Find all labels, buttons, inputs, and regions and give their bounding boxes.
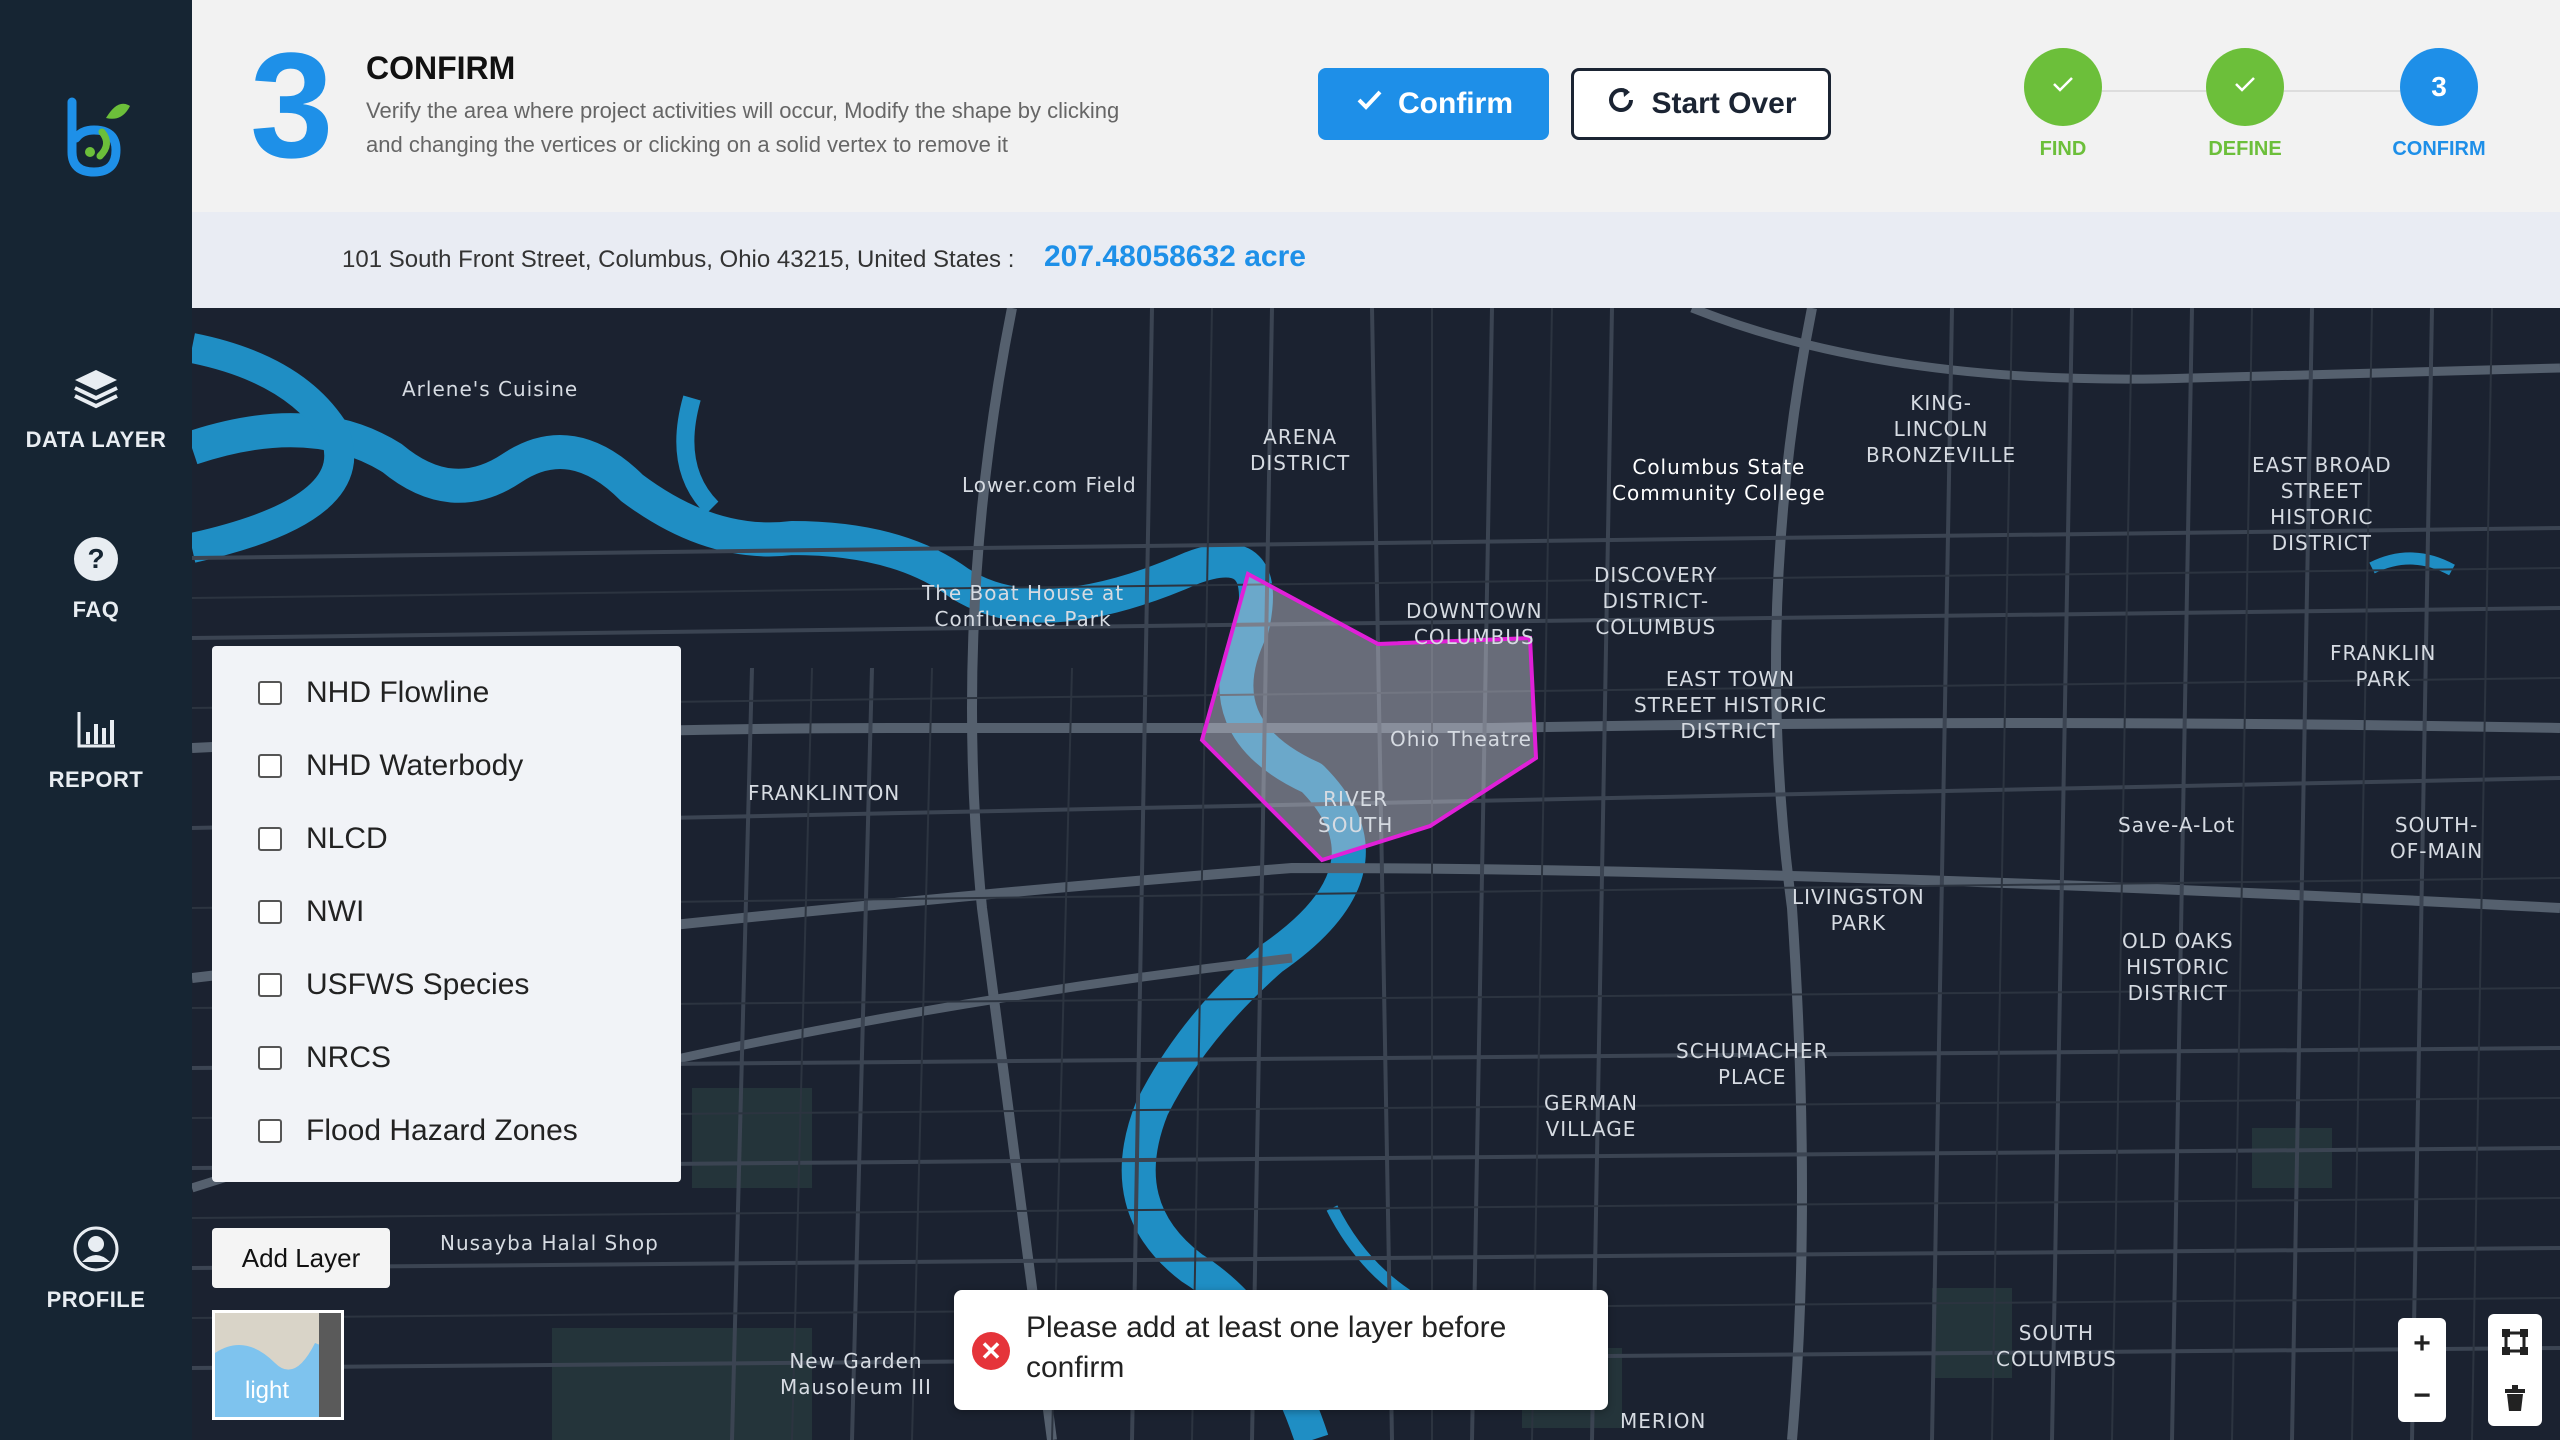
error-toast: ✕ Please add at least one layer before c… xyxy=(954,1290,1608,1410)
checkbox[interactable] xyxy=(258,681,282,705)
layer-label: USFWS Species xyxy=(306,968,530,1001)
map-label: OLD OAKS HISTORIC DISTRICT xyxy=(2122,929,2234,1005)
draw-control xyxy=(2488,1314,2542,1426)
step-define-label: DEFINE xyxy=(2208,138,2282,160)
zoom-in-button[interactable]: + xyxy=(2398,1318,2446,1370)
map-label: Arlene's Cuisine xyxy=(402,377,579,401)
map-label: FRANKLINTON xyxy=(748,781,901,805)
check-icon xyxy=(1354,85,1384,123)
layer-option-nlcd[interactable]: NLCD xyxy=(258,822,388,856)
zoom-out-button[interactable]: − xyxy=(2398,1370,2446,1422)
sidebar-item-report[interactable]: REPORT xyxy=(0,704,192,793)
layers-icon xyxy=(0,364,192,419)
start-over-button-label: Start Over xyxy=(1651,87,1797,120)
layer-option-nrcs[interactable]: NRCS xyxy=(258,1041,391,1075)
sidebar-item-label: PROFILE xyxy=(46,1287,146,1312)
map-label: SOUTH COLUMBUS xyxy=(1996,1321,2117,1371)
add-layer-button[interactable]: Add Layer xyxy=(212,1228,390,1288)
layer-label: NLCD xyxy=(306,822,388,855)
bar-chart-icon xyxy=(0,704,192,759)
trash-icon[interactable] xyxy=(2488,1370,2542,1426)
map-label: KING- LINCOLN BRONZEVILLE xyxy=(1866,391,2017,467)
layer-option-nhd-waterbody[interactable]: NHD Waterbody xyxy=(258,749,523,783)
layer-option-usfws-species[interactable]: USFWS Species xyxy=(258,968,529,1002)
checkbox[interactable] xyxy=(258,827,282,851)
layer-label: NHD Waterbody xyxy=(306,749,524,782)
address-text: 101 South Front Street, Columbus, Ohio 4… xyxy=(342,246,1015,273)
error-x-icon: ✕ xyxy=(972,1332,1010,1370)
map-label: New Garden Mausoleum III xyxy=(780,1349,932,1399)
layer-option-nwi[interactable]: NWI xyxy=(258,895,364,929)
layer-panel: NHD Flowline NHD Waterbody NLCD NWI USFW… xyxy=(212,646,681,1182)
layer-label: NRCS xyxy=(306,1041,392,1074)
toast-message: Please add at least one layer before con… xyxy=(1026,1311,1507,1384)
user-circle-icon xyxy=(0,1224,192,1279)
map-label: SOUTH- OF-MAIN xyxy=(2390,813,2484,863)
map-label: Ohio Theatre xyxy=(1390,727,1532,751)
checkbox[interactable] xyxy=(258,973,282,997)
map-label: SCHUMACHER PLACE xyxy=(1676,1039,1829,1089)
step-confirm-number: 3 xyxy=(2431,71,2447,102)
map-label: Save-A-Lot xyxy=(2118,813,2236,837)
map-label: MERION xyxy=(1620,1409,1707,1433)
svg-text:?: ? xyxy=(87,543,104,574)
step-confirm-circle[interactable]: 3 xyxy=(2400,48,2478,126)
sidebar: DATA LAYER ? FAQ REPORT PROFILE xyxy=(0,0,192,1440)
map-label: LIVINGSTON PARK xyxy=(1792,885,1925,935)
map-label: The Boat House at Confluence Park xyxy=(922,581,1125,631)
basemap-switcher[interactable]: light xyxy=(212,1310,344,1420)
layer-label: NWI xyxy=(306,895,365,928)
checkbox[interactable] xyxy=(258,900,282,924)
sidebar-item-label: DATA LAYER xyxy=(25,427,167,452)
map-label: FRANKLIN PARK xyxy=(2330,641,2437,691)
sidebar-item-label: REPORT xyxy=(48,767,144,792)
checkbox[interactable] xyxy=(258,1119,282,1143)
step-define-circle[interactable] xyxy=(2206,48,2284,126)
map-label: EAST BROAD STREET HISTORIC DISTRICT xyxy=(2252,453,2392,555)
checkbox[interactable] xyxy=(258,754,282,778)
sidebar-item-label: FAQ xyxy=(72,597,120,622)
map-label: Columbus State Community College xyxy=(1612,455,1826,505)
map-label: Nusayba Halal Shop xyxy=(440,1231,659,1255)
check-icon xyxy=(2230,69,2260,106)
step-number: 3 xyxy=(250,21,334,189)
basemap-label: light xyxy=(245,1377,290,1404)
area-value: 207.48058632 acre xyxy=(1044,240,1306,273)
map-label: RIVER SOUTH xyxy=(1318,787,1394,837)
start-over-button[interactable]: Start Over xyxy=(1571,68,1831,140)
layer-label: Flood Hazard Zones xyxy=(306,1114,578,1147)
map-label: GERMAN VILLAGE xyxy=(1544,1091,1638,1141)
step-confirm-label: CONFIRM xyxy=(2392,138,2486,160)
app-logo[interactable] xyxy=(60,92,132,182)
polygon-draw-icon[interactable] xyxy=(2488,1314,2542,1370)
sidebar-item-faq[interactable]: ? FAQ xyxy=(0,534,192,623)
check-icon xyxy=(2048,69,2078,106)
sidebar-item-data-layer[interactable]: DATA LAYER xyxy=(0,364,192,453)
confirm-button-label: Confirm xyxy=(1398,87,1513,120)
step-description: Verify the area where project activities… xyxy=(366,98,1120,157)
layer-option-flood-hazard-zones[interactable]: Flood Hazard Zones xyxy=(258,1114,578,1148)
layer-label: NHD Flowline xyxy=(306,676,490,709)
map-label: ARENA DISTRICT xyxy=(1250,425,1351,475)
map-label: DOWNTOWN COLUMBUS xyxy=(1406,599,1543,649)
stepper-connector xyxy=(2284,90,2400,92)
confirm-button[interactable]: Confirm xyxy=(1318,68,1549,140)
step-find-label: FIND xyxy=(2039,138,2087,160)
map-label: EAST TOWN STREET HISTORIC DISTRICT xyxy=(1634,667,1828,743)
step-find-circle[interactable] xyxy=(2024,48,2102,126)
page-title: CONFIRM xyxy=(366,50,516,86)
stepper-connector xyxy=(2102,90,2206,92)
map-label: DISCOVERY DISTRICT- COLUMBUS xyxy=(1594,563,1718,639)
refresh-icon xyxy=(1605,84,1637,124)
layer-option-nhd-flowline[interactable]: NHD Flowline xyxy=(258,676,489,710)
sidebar-item-profile[interactable]: PROFILE xyxy=(0,1224,192,1313)
map-label: Lower.com Field xyxy=(962,473,1137,497)
zoom-control: + − xyxy=(2398,1318,2446,1422)
question-icon: ? xyxy=(0,534,192,589)
checkbox[interactable] xyxy=(258,1046,282,1070)
